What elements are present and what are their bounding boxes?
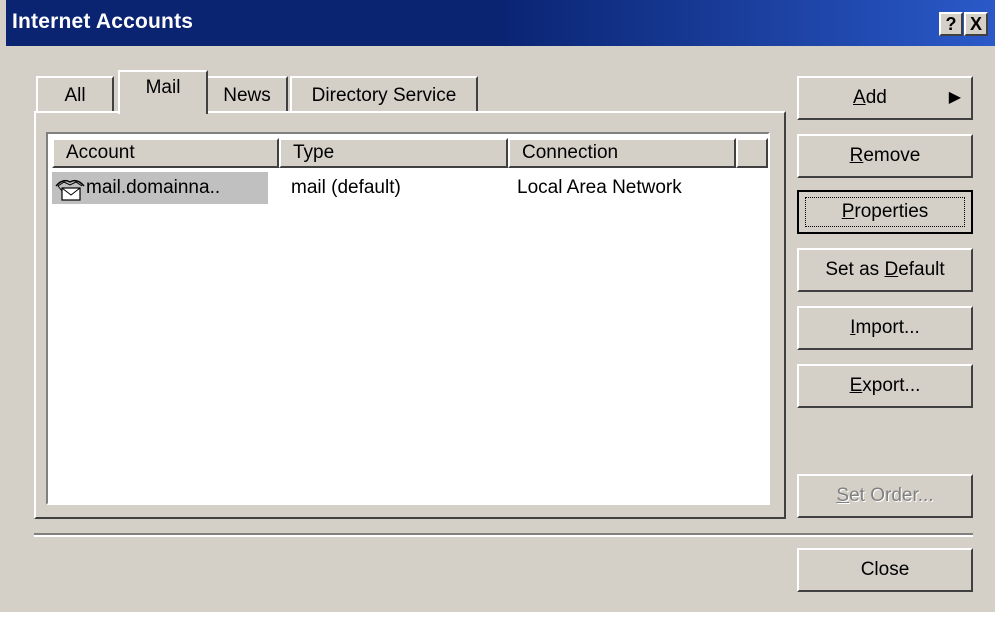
account-name: mail.domainna.. xyxy=(86,177,221,198)
properties-button[interactable]: Properties xyxy=(797,190,973,234)
title-bar[interactable]: Internet Accounts ? X xyxy=(6,0,995,46)
column-header-account[interactable]: Account xyxy=(52,138,279,168)
set-default-accel: D xyxy=(884,259,899,280)
set-default-prefix: Set as xyxy=(825,259,885,280)
window-title: Internet Accounts xyxy=(12,10,194,33)
account-cell[interactable]: mail.domainna.. xyxy=(52,172,268,204)
set-order-accel: S xyxy=(836,485,850,506)
export-button[interactable]: Export... xyxy=(797,364,973,408)
submenu-arrow-icon: ▶ xyxy=(948,89,961,106)
remove-label: emove xyxy=(863,145,921,166)
focus-rect: Properties xyxy=(805,197,965,227)
tab-mail[interactable]: Mail xyxy=(118,70,208,114)
separator xyxy=(34,533,973,537)
account-type: mail (default) xyxy=(291,177,401,198)
set-as-default-button[interactable]: Set as Default xyxy=(797,248,973,292)
internet-accounts-window: Internet Accounts ? X All News Directory… xyxy=(0,0,995,612)
add-button[interactable]: Add ▶ xyxy=(797,76,973,120)
accounts-list[interactable]: Account Type Connection mail.domainna.. … xyxy=(46,132,770,505)
set-default-label: efault xyxy=(898,259,945,280)
close-button[interactable]: Close xyxy=(797,548,973,592)
import-button[interactable]: Import... xyxy=(797,306,973,350)
column-header-type[interactable]: Type xyxy=(279,138,508,168)
properties-accel: P xyxy=(841,201,855,222)
remove-accel: R xyxy=(849,145,864,166)
mail-account-icon xyxy=(54,176,86,201)
bottom-edge xyxy=(0,612,998,617)
tab-all[interactable]: All xyxy=(36,76,114,112)
add-accel: A xyxy=(853,87,866,108)
column-header-filler xyxy=(736,138,768,168)
tab-directory-service[interactable]: Directory Service xyxy=(290,76,478,112)
close-window-button[interactable]: X xyxy=(964,12,988,36)
tab-news[interactable]: News xyxy=(206,76,288,112)
remove-button[interactable]: Remove xyxy=(797,134,973,178)
set-order-button[interactable]: Set Order... xyxy=(797,474,973,518)
column-header-connection[interactable]: Connection xyxy=(508,138,736,168)
set-order-label: et Order... xyxy=(849,485,934,506)
export-label: xport... xyxy=(862,375,921,396)
add-label: dd xyxy=(865,87,887,108)
export-accel: E xyxy=(849,375,863,396)
help-button[interactable]: ? xyxy=(939,12,963,36)
import-label: mport... xyxy=(855,317,920,338)
account-connection: Local Area Network xyxy=(517,177,682,198)
properties-label: roperties xyxy=(854,201,929,222)
